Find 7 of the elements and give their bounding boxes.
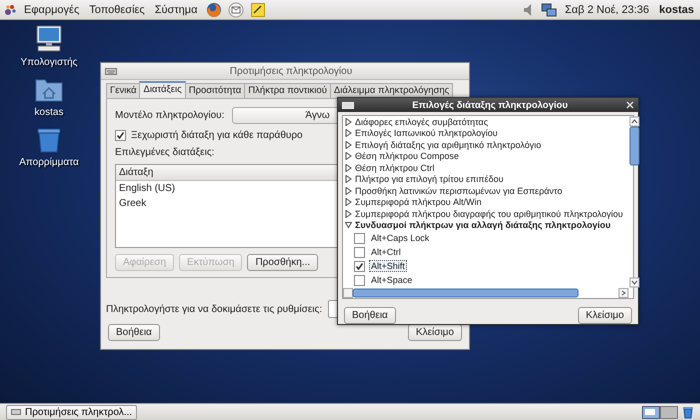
- test-label: Πληκτρολογήστε για να δοκιμάσετε τις ρυθμίσεις:: [106, 304, 322, 314]
- section-label: Επιλεγμένες διατάξεις:: [115, 147, 214, 158]
- window-title: Επιλογές διάταξης πληκτρολογίου: [411, 100, 569, 110]
- combo-value: Άγνω: [305, 110, 330, 121]
- taskbar-label: Προτιμήσεις πληκτρολ...: [25, 406, 132, 418]
- field-label: Μοντέλο πληκτρολογίου:: [115, 110, 224, 121]
- window-title: Προτιμήσεις πληκτρολογίου: [228, 66, 354, 76]
